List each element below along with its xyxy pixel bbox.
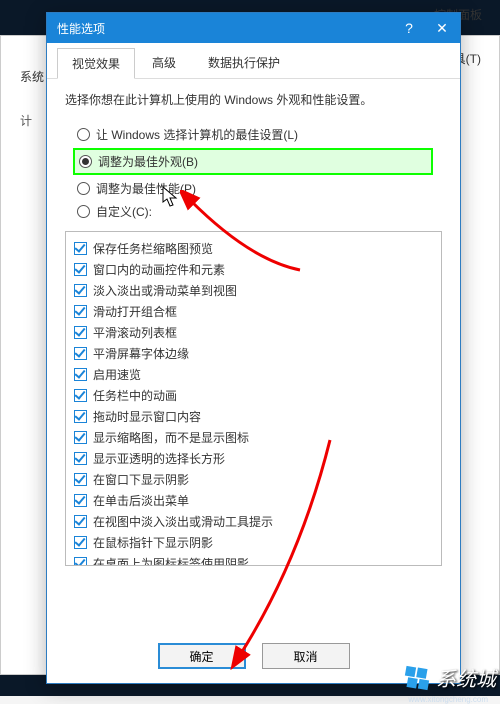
- dialog-title: 性能选项: [57, 20, 105, 37]
- checkbox-icon: [74, 284, 87, 297]
- help-button[interactable]: ?: [394, 13, 424, 43]
- checkbox-label: 在窗口下显示阴影: [93, 471, 189, 488]
- close-button[interactable]: ✕: [424, 13, 460, 43]
- tab-visual-effects[interactable]: 视觉效果: [57, 48, 135, 79]
- checkbox-label: 保存任务栏缩略图预览: [93, 240, 213, 257]
- radio-custom[interactable]: 自定义(C):: [73, 200, 442, 223]
- performance-options-dialog: 性能选项 ? ✕ 视觉效果 高级 数据执行保护 选择你想在此计算机上使用的 Wi…: [46, 12, 461, 684]
- checkbox-icon: [74, 515, 87, 528]
- watermark-url: www.xitongcheng.com: [408, 695, 488, 704]
- checkbox-icon: [74, 242, 87, 255]
- checkbox-icon: [74, 326, 87, 339]
- checkbox-item[interactable]: 窗口内的动画控件和元素: [74, 259, 433, 280]
- checkbox-icon: [74, 536, 87, 549]
- checkbox-label: 淡入淡出或滑动菜单到视图: [93, 282, 237, 299]
- titlebar: 性能选项 ? ✕: [47, 13, 460, 43]
- checkbox-item[interactable]: 在鼠标指针下显示阴影: [74, 532, 433, 553]
- checkbox-item[interactable]: 在单击后淡出菜单: [74, 490, 433, 511]
- checkbox-icon: [74, 263, 87, 276]
- checkbox-list[interactable]: 保存任务栏缩略图预览窗口内的动画控件和元素淡入淡出或滑动菜单到视图滑动打开组合框…: [65, 231, 442, 566]
- watermark-text: 系统城: [436, 663, 496, 692]
- checkbox-label: 显示亚透明的选择长方形: [93, 450, 225, 467]
- checkbox-icon: [74, 347, 87, 360]
- checkbox-item[interactable]: 在视图中淡入淡出或滑动工具提示: [74, 511, 433, 532]
- checkbox-icon: [74, 452, 87, 465]
- checkbox-label: 滑动打开组合框: [93, 303, 177, 320]
- tabs: 视觉效果 高级 数据执行保护: [47, 43, 460, 79]
- checkbox-label: 在桌面上为图标标签使用阴影: [93, 555, 249, 566]
- cancel-button[interactable]: 取消: [262, 643, 350, 669]
- radio-label: 调整为最佳外观(B): [98, 153, 198, 170]
- watermark-icon: [404, 665, 430, 691]
- checkbox-item[interactable]: 显示亚透明的选择长方形: [74, 448, 433, 469]
- checkbox-label: 任务栏中的动画: [93, 387, 177, 404]
- checkbox-item[interactable]: 启用速览: [74, 364, 433, 385]
- checkbox-item[interactable]: 平滑屏幕字体边缘: [74, 343, 433, 364]
- radio-icon: [77, 205, 90, 218]
- radio-icon: [77, 128, 90, 141]
- radio-best-performance[interactable]: 调整为最佳性能(P): [73, 177, 442, 200]
- checkbox-label: 在鼠标指针下显示阴影: [93, 534, 213, 551]
- checkbox-item[interactable]: 淡入淡出或滑动菜单到视图: [74, 280, 433, 301]
- checkbox-item[interactable]: 保存任务栏缩略图预览: [74, 238, 433, 259]
- checkbox-item[interactable]: 显示缩略图，而不是显示图标: [74, 427, 433, 448]
- radio-label: 让 Windows 选择计算机的最佳设置(L): [96, 126, 298, 143]
- checkbox-icon: [74, 473, 87, 486]
- checkbox-label: 平滑屏幕字体边缘: [93, 345, 189, 362]
- radio-label: 调整为最佳性能(P): [96, 180, 196, 197]
- radio-icon: [77, 182, 90, 195]
- checkbox-label: 在单击后淡出菜单: [93, 492, 189, 509]
- checkbox-icon: [74, 431, 87, 444]
- dialog-content: 选择你想在此计算机上使用的 Windows 外观和性能设置。 让 Windows…: [47, 79, 460, 578]
- checkbox-label: 拖动时显示窗口内容: [93, 408, 201, 425]
- checkbox-icon: [74, 410, 87, 423]
- checkbox-icon: [74, 305, 87, 318]
- checkbox-label: 在视图中淡入淡出或滑动工具提示: [93, 513, 273, 530]
- checkbox-item[interactable]: 平滑滚动列表框: [74, 322, 433, 343]
- checkbox-label: 窗口内的动画控件和元素: [93, 261, 225, 278]
- checkbox-icon: [74, 557, 87, 566]
- radio-best-appearance[interactable]: 调整为最佳外观(B): [73, 148, 433, 175]
- radio-let-windows[interactable]: 让 Windows 选择计算机的最佳设置(L): [73, 123, 442, 146]
- checkbox-item[interactable]: 任务栏中的动画: [74, 385, 433, 406]
- radio-icon: [79, 155, 92, 168]
- radio-label: 自定义(C):: [96, 203, 152, 220]
- intro-text: 选择你想在此计算机上使用的 Windows 外观和性能设置。: [65, 91, 442, 109]
- checkbox-item[interactable]: 在桌面上为图标标签使用阴影: [74, 553, 433, 566]
- checkbox-label: 显示缩略图，而不是显示图标: [93, 429, 249, 446]
- checkbox-item[interactable]: 滑动打开组合框: [74, 301, 433, 322]
- checkbox-label: 启用速览: [93, 366, 141, 383]
- checkbox-icon: [74, 368, 87, 381]
- tab-advanced[interactable]: 高级: [137, 47, 191, 78]
- bg-system-label: 系统: [20, 68, 44, 85]
- checkbox-icon: [74, 494, 87, 507]
- checkbox-icon: [74, 389, 87, 402]
- checkbox-item[interactable]: 拖动时显示窗口内容: [74, 406, 433, 427]
- tab-dep[interactable]: 数据执行保护: [193, 47, 295, 78]
- ok-button[interactable]: 确定: [158, 643, 246, 669]
- checkbox-item[interactable]: 在窗口下显示阴影: [74, 469, 433, 490]
- watermark: 系统城 www.xitongcheng.com: [404, 663, 496, 692]
- checkbox-label: 平滑滚动列表框: [93, 324, 177, 341]
- radio-group: 让 Windows 选择计算机的最佳设置(L) 调整为最佳外观(B) 调整为最佳…: [73, 123, 442, 223]
- bg-left-label2: 计: [20, 112, 32, 129]
- dialog-footer: 确定 取消: [47, 643, 460, 669]
